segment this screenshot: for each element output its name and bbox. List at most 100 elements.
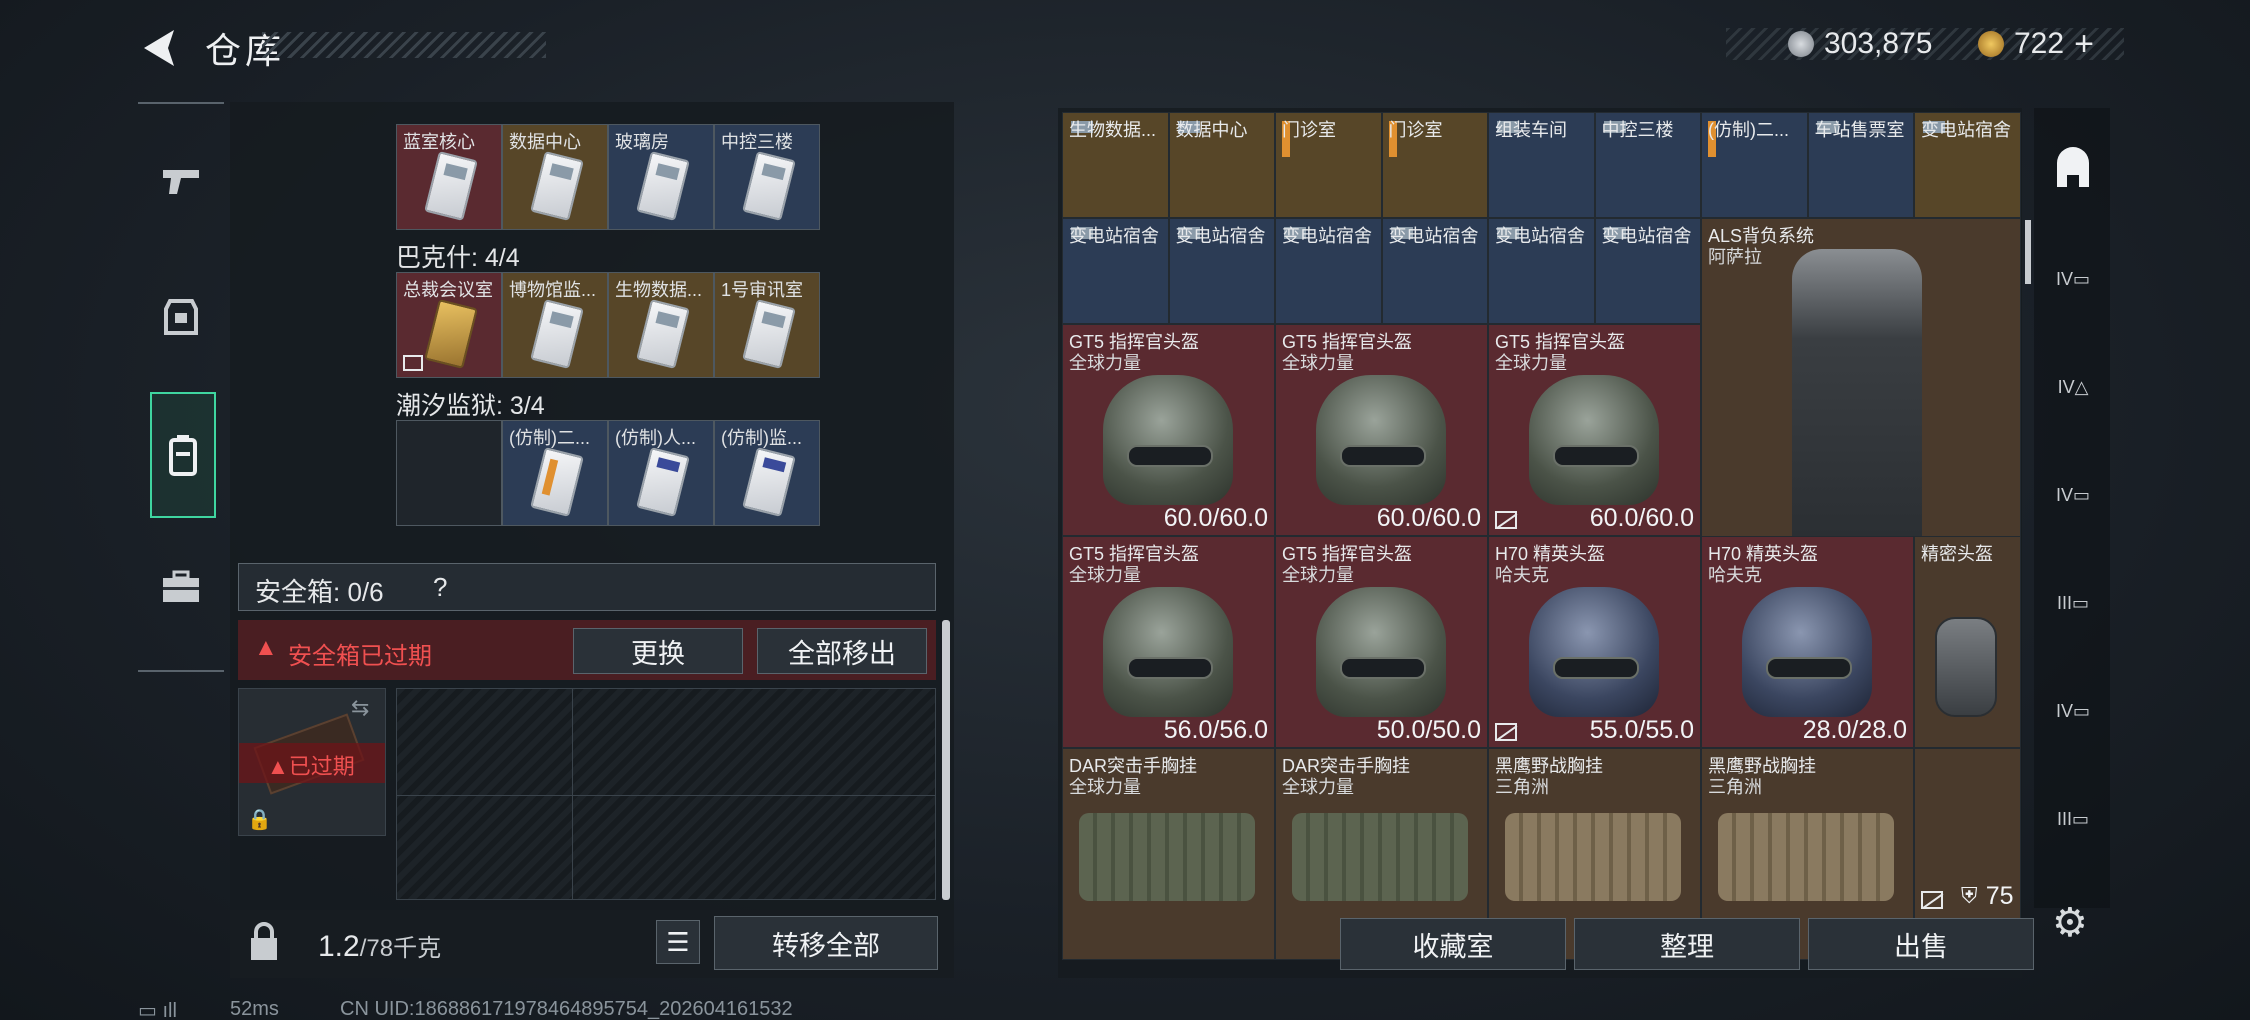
helmet-image — [1316, 375, 1446, 505]
slot-tab-3[interactable]: IV▭ — [2048, 470, 2098, 520]
slot-tab-4[interactable]: III▭ — [2048, 578, 2098, 628]
helmet-image — [1935, 617, 1997, 717]
weight-display: 1.2/78千克 — [318, 928, 441, 964]
lock-icon[interactable] — [248, 922, 280, 962]
item-name: 门诊室 — [1282, 120, 1336, 140]
swap-icon[interactable]: ⇆ — [351, 695, 369, 721]
keycard-slot[interactable]: 博物馆监... — [502, 272, 608, 378]
keycard-slot[interactable]: 玻璃房 — [608, 124, 714, 230]
transfer-all-button[interactable]: 转移全部 — [714, 916, 938, 970]
keycard-item[interactable]: (仿制)二... — [1701, 112, 1808, 218]
keycard-item[interactable]: 变电站宿舍 — [1594, 218, 1701, 324]
keycard-slot[interactable]: 数据中心 — [502, 124, 608, 230]
replace-button[interactable]: 更换 — [573, 628, 743, 674]
keycard-item[interactable]: 变电站宿舍 — [1168, 218, 1275, 324]
set-label: 潮汐监狱: 3/4 — [396, 392, 545, 420]
item-name: 变电站宿舍 — [1069, 226, 1159, 246]
durability: 56.0/56.0 — [1163, 716, 1268, 744]
item-subtitle: 三角洲 — [1708, 777, 1762, 797]
keycard-item[interactable]: 变电站宿舍 — [1275, 218, 1382, 324]
inventory-grid: 生物数据... 数据中心 门诊室 门诊室 组装车间 中控三楼 (仿制)二... 车站售票室 变电… — [1062, 112, 2021, 960]
sell-button[interactable]: 出售 — [1808, 918, 2034, 970]
backpack-tab[interactable] — [2048, 144, 2098, 194]
keycard-slot[interactable]: 中控三楼 — [714, 124, 820, 230]
grid-line — [397, 795, 935, 796]
nav-weapons[interactable] — [146, 146, 216, 216]
currency-gold[interactable]: 722 + — [1978, 25, 2094, 64]
no-trade-icon — [1921, 891, 1943, 909]
keycard-item[interactable]: 车站售票室 — [1807, 112, 1914, 218]
keycard-slot[interactable] — [396, 420, 502, 526]
keycard-icon — [530, 151, 584, 221]
collection-room-button[interactable]: 收藏室 — [1340, 918, 1566, 970]
sort-button[interactable]: 整理 — [1574, 918, 1800, 970]
helmet-item[interactable]: 精密头盔 — [1914, 536, 2021, 748]
durability: 28.0/28.0 — [1802, 716, 1907, 744]
weight-max: /78千克 — [359, 935, 442, 962]
slot-tab-1[interactable]: IV▭ — [2048, 254, 2098, 304]
currency-silver-value: 303,875 — [1824, 27, 1933, 60]
nav-toolbox[interactable] — [146, 552, 216, 622]
helmet-item[interactable]: H70 精英头盔 哈夫克 55.0/55.0 — [1488, 536, 1701, 748]
helmet-item[interactable]: GT5 指挥官头盔 全球力量 60.0/60.0 — [1062, 324, 1275, 536]
left-scrollbar[interactable] — [942, 620, 950, 900]
keycard-label: 数据中心 — [509, 132, 581, 152]
keycard-slot[interactable]: 生物数据... — [608, 272, 714, 378]
slot-tab-6[interactable]: III▭ — [2048, 794, 2098, 844]
keycard-item[interactable]: 变电站宿舍 — [1488, 218, 1595, 324]
keycard-item[interactable]: 中控三楼 — [1594, 112, 1701, 218]
keycard-item[interactable]: 变电站宿舍 — [1914, 112, 2021, 218]
keycard-slot[interactable]: 蓝室核心 — [396, 124, 502, 230]
no-trade-icon — [1495, 723, 1517, 741]
keycard-slot[interactable]: (仿制)人... — [608, 420, 714, 526]
move-all-out-button[interactable]: 全部移出 — [757, 628, 927, 674]
battery-icon: ▭ ıll — [138, 1000, 177, 1020]
right-scrollbar[interactable] — [2025, 220, 2031, 284]
helmet-item[interactable]: GT5 指挥官头盔 全球力量 60.0/60.0 — [1275, 324, 1488, 536]
keycard-slot[interactable]: (仿制)二... — [502, 420, 608, 526]
helmet-item[interactable]: GT5 指挥官头盔 全球力量 60.0/60.0 — [1488, 324, 1701, 536]
list-view-button[interactable]: ☰ — [656, 920, 700, 964]
nav-gear[interactable] — [146, 282, 216, 352]
slot-tab-5[interactable]: IV▭ — [2048, 686, 2098, 736]
keycard-item[interactable]: 生物数据... — [1062, 112, 1169, 218]
back-arrow-icon[interactable] — [138, 26, 182, 70]
safebox-grid[interactable] — [396, 688, 936, 900]
item-name: 生物数据... — [1069, 120, 1157, 140]
warning-icon: ▲ — [254, 634, 278, 661]
keycard-item[interactable]: 变电站宿舍 — [1381, 218, 1488, 324]
keycard-slot[interactable]: 总裁会议室 — [396, 272, 502, 378]
keycard-icon — [742, 151, 796, 221]
keycard-slot[interactable]: 1号审讯室 — [714, 272, 820, 378]
gold-coin-icon — [1978, 31, 2004, 57]
nav-storage[interactable] — [150, 392, 216, 518]
safebox-slot[interactable]: ▲已过期 ⇆ 🔒 — [238, 688, 386, 836]
keycard-item[interactable]: 门诊室 — [1381, 112, 1488, 218]
helmet-item[interactable]: GT5 指挥官头盔 全球力量 50.0/50.0 — [1275, 536, 1488, 748]
durability: 50.0/50.0 — [1376, 716, 1481, 744]
keycard-slot[interactable]: (仿制)监... — [714, 420, 820, 526]
add-currency-icon[interactable]: + — [2074, 25, 2094, 64]
weight-value: 1.2 — [318, 930, 360, 963]
helmet-image — [1529, 375, 1659, 505]
item-subtitle: 全球力量 — [1282, 565, 1354, 585]
keycard-set-2: 总裁会议室 博物馆监... 生物数据... 1号审讯室 — [396, 272, 822, 382]
keycard-item[interactable]: 组装车间 — [1488, 112, 1595, 218]
item-subtitle: 全球力量 — [1495, 353, 1567, 373]
helmet-item[interactable]: GT5 指挥官头盔 全球力量 56.0/56.0 — [1062, 536, 1275, 748]
silver-coin-icon — [1788, 31, 1814, 57]
slot-tab-2[interactable]: IV△ — [2048, 362, 2098, 412]
vest-item[interactable]: DAR突击手胸挂 全球力量 — [1062, 748, 1275, 960]
keycard-item[interactable]: 数据中心 — [1168, 112, 1275, 218]
keycard-item[interactable]: 变电站宿舍 — [1062, 218, 1169, 324]
item-name: 变电站宿舍 — [1601, 226, 1692, 246]
grid-line — [572, 689, 573, 899]
left-nav — [138, 102, 224, 672]
safebox-help-icon[interactable]: ? — [433, 572, 447, 603]
settings-gear-icon[interactable]: ⚙ — [2052, 900, 2088, 946]
keycard-icon — [424, 151, 478, 221]
helmet-item[interactable]: H70 精英头盔 哈夫克 28.0/28.0 — [1701, 536, 1914, 748]
keycard-set-3: (仿制)二... (仿制)人... (仿制)监... — [396, 420, 822, 530]
keycard-item[interactable]: 门诊室 — [1275, 112, 1382, 218]
no-trade-icon — [403, 355, 423, 371]
